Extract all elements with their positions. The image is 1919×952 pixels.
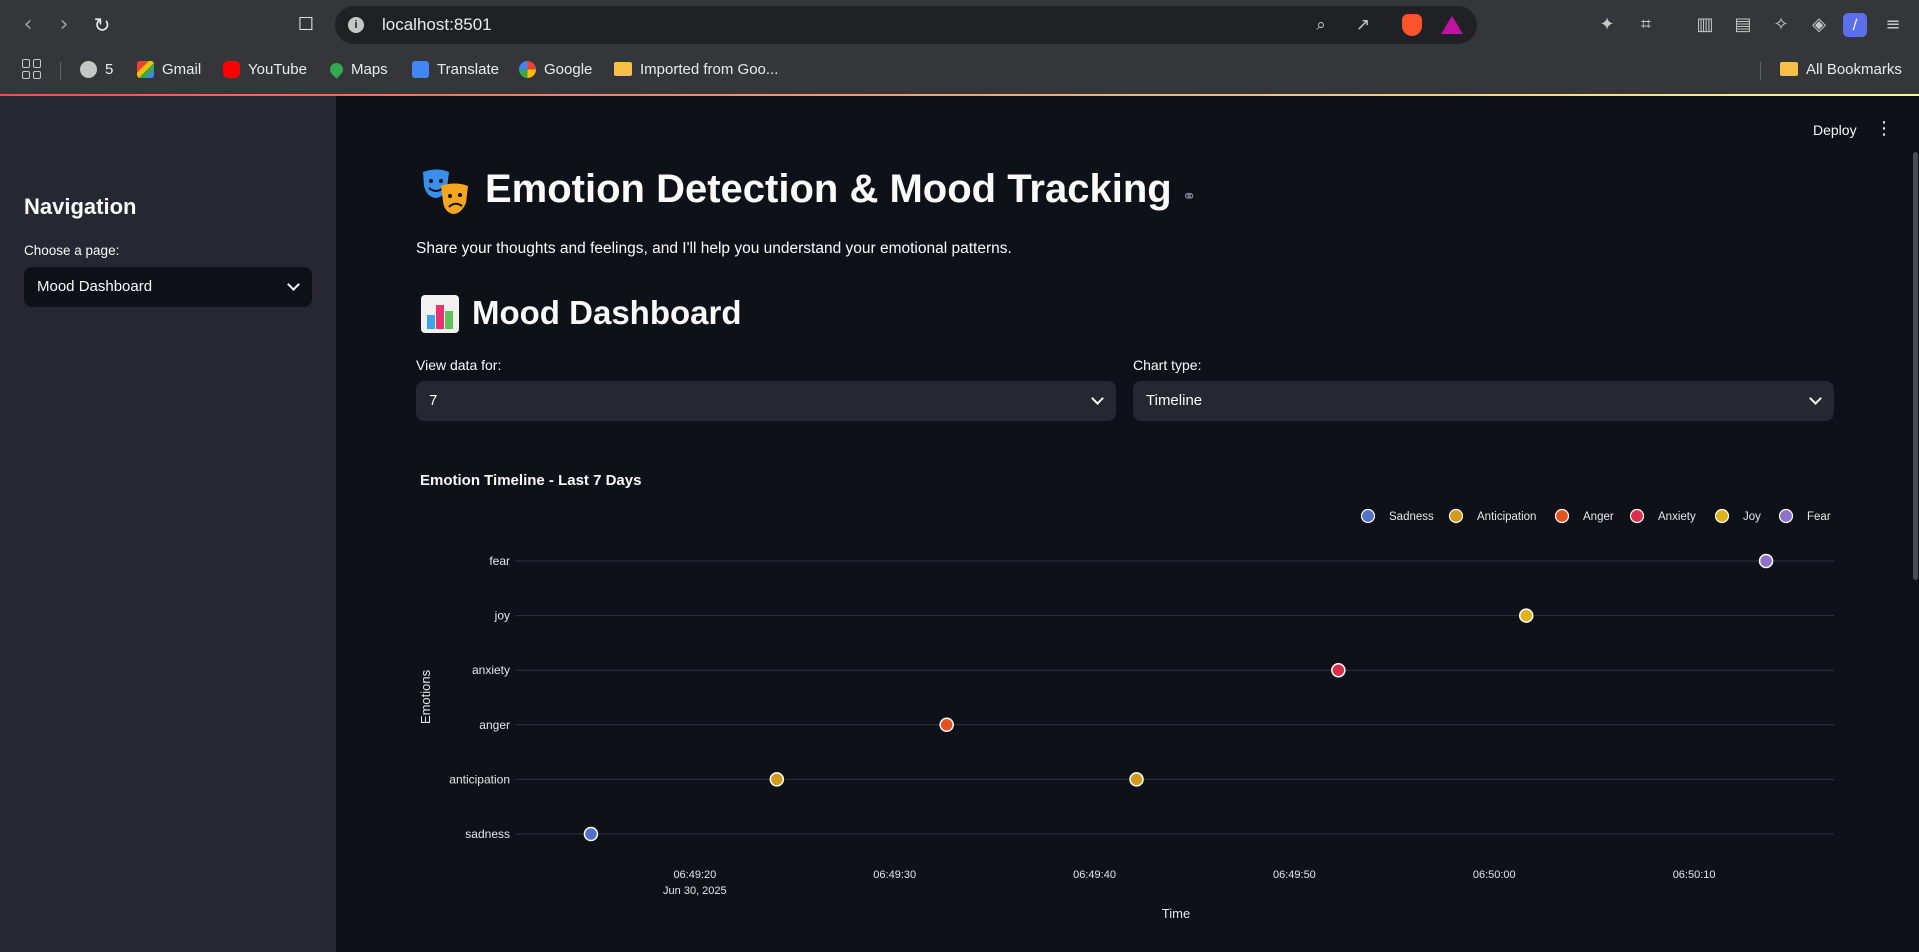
legend-label: Sadness: [1389, 511, 1434, 523]
y-tick-label: anger: [479, 718, 510, 732]
data-point: [1518, 608, 1534, 623]
legend-label: Anger: [1583, 511, 1614, 523]
emotion-timeline-chart: sadness anticipation anger anxiety joy fear 06…: [418, 508, 1834, 921]
y-tick-label: anxiety: [472, 663, 510, 677]
data-point: [1129, 772, 1144, 787]
data-point: [939, 717, 954, 733]
x-tick-label: 06:49:40: [1073, 869, 1116, 881]
y-tick-label: sadness: [465, 827, 510, 841]
legend-marker: [1714, 508, 1730, 524]
legend-label: Fear: [1807, 511, 1831, 523]
legend-marker: [1629, 508, 1645, 524]
data-point: [1331, 662, 1346, 678]
legend-marker: [1778, 508, 1794, 524]
x-tick-label: 06:49:50: [1273, 869, 1316, 881]
legend-label: Anticipation: [1477, 511, 1536, 523]
legend-marker: [1448, 508, 1464, 524]
legend-label: Anxiety: [1658, 511, 1696, 523]
y-tick-label: anticipation: [449, 772, 510, 786]
data-point: [1758, 553, 1774, 569]
x-date-label: Jun 30, 2025: [663, 885, 727, 897]
y-axis-title: Emotions: [418, 669, 433, 724]
data-point: [769, 772, 785, 787]
x-tick-label: 06:50:10: [1673, 869, 1716, 881]
legend-marker: [1360, 508, 1376, 524]
x-tick-label: 06:49:30: [873, 869, 916, 881]
x-axis-title: Time: [1162, 906, 1190, 921]
legend-label: Joy: [1743, 511, 1761, 523]
y-tick-label: fear: [489, 554, 510, 568]
y-tick-label: joy: [494, 609, 510, 623]
x-tick-label: 06:50:00: [1473, 869, 1516, 881]
data-point: [583, 826, 599, 842]
x-tick-label: 06:49:20: [673, 869, 716, 881]
legend-marker: [1554, 508, 1570, 524]
